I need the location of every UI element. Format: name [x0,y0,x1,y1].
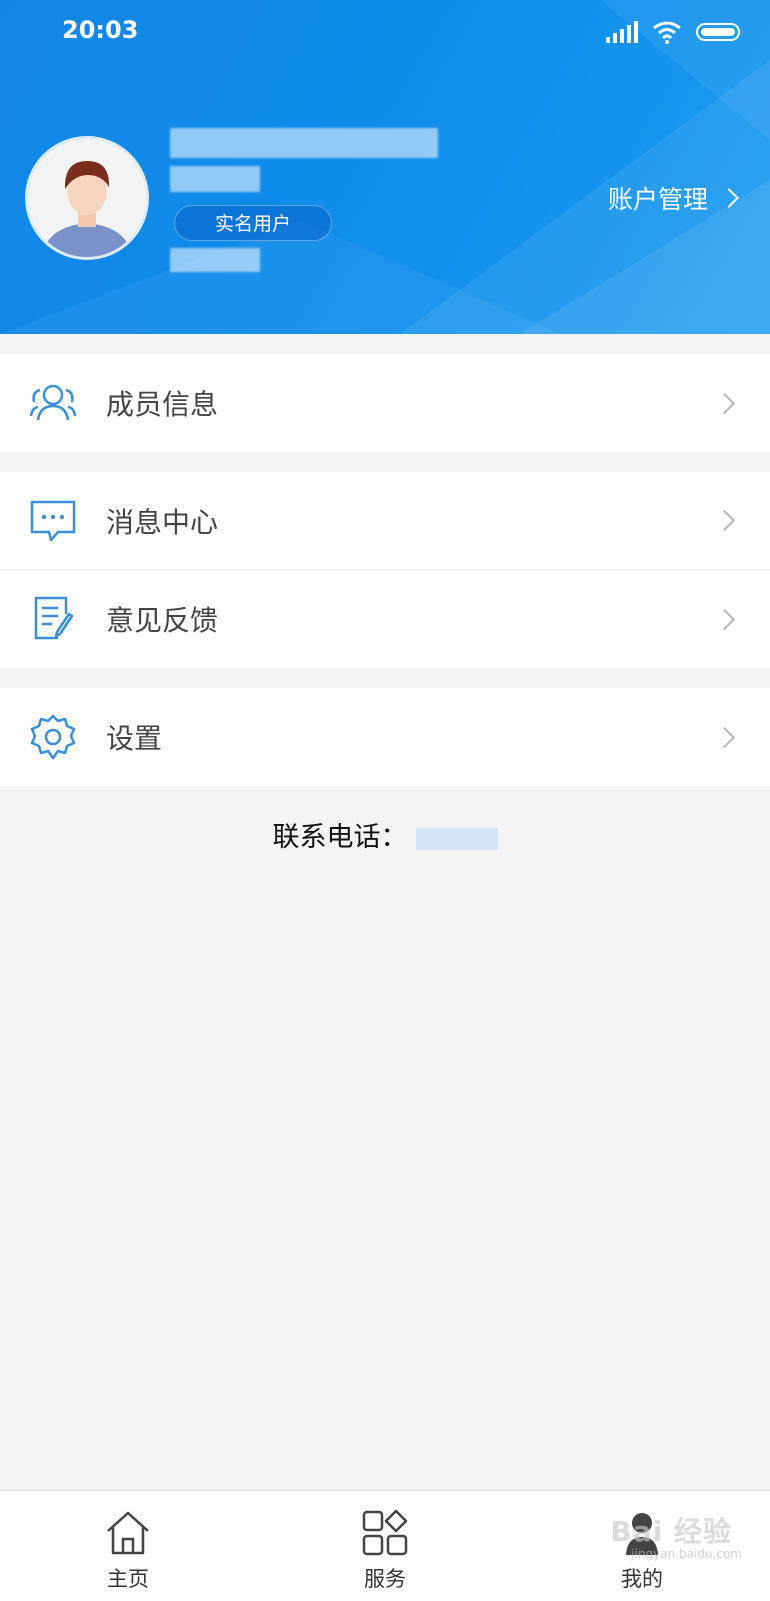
home-icon [107,1511,149,1555]
account-management-label: 账户管理 [607,185,708,214]
chevron-right-icon [713,608,736,630]
menu-label-members: 成员信息 [106,388,219,421]
menu-label-feedback: 意见反馈 [106,604,219,637]
status-icons [606,18,740,46]
user-name-redacted [170,128,438,158]
tab-services-label: 服务 [364,1567,406,1591]
services-grid-icon [362,1509,408,1556]
chevron-right-icon [713,509,736,532]
chevron-right-icon [719,188,739,208]
menu-item-messages[interactable]: 消息中心 [0,472,770,570]
user-info-redacted [170,166,260,192]
watermark-url: jingyan.baidu.com [631,1547,742,1561]
menu-item-feedback[interactable]: 意见反馈 [0,570,770,668]
menu-item-settings[interactable]: 设置 [0,688,770,786]
menu-label-settings: 设置 [106,722,163,755]
message-icon [30,500,76,542]
contact-phone: 联系电话： [0,815,770,854]
gear-icon [30,714,76,760]
menu-group-settings: 设置 [0,688,770,786]
avatar[interactable] [28,139,146,257]
feedback-icon [34,596,74,640]
menu-group-messages: 消息中心 意见反馈 [0,472,770,668]
chevron-right-icon [713,726,736,748]
user-avatar-icon [42,161,132,257]
tab-services[interactable]: 服务 [305,1491,465,1601]
signal-icon [606,21,638,43]
verified-user-badge: 实名用户 [174,205,332,241]
contact-phone-label: 联系电话： [272,822,408,853]
user-id-redacted [170,248,260,272]
tab-home-label: 主页 [107,1567,149,1591]
battery-icon [696,23,740,41]
watermark-logo: Bai 经验 [610,1515,732,1548]
profile-header: 20:03 实名用户 账户管理 [0,0,770,334]
tab-mine-label: 我的 [621,1567,663,1591]
menu-item-members[interactable]: 成员信息 [0,354,770,452]
status-time: 20:03 [62,16,139,44]
status-bar: 20:03 [0,0,770,64]
menu-label-messages: 消息中心 [106,505,219,539]
wifi-icon [653,21,681,44]
phone-number-redacted[interactable] [415,827,498,850]
chevron-right-icon [713,392,736,414]
tab-home[interactable]: 主页 [48,1491,208,1601]
menu-group-members: 成员信息 [0,354,770,452]
members-icon [29,384,77,421]
account-management-link[interactable]: 账户管理 [607,180,739,216]
